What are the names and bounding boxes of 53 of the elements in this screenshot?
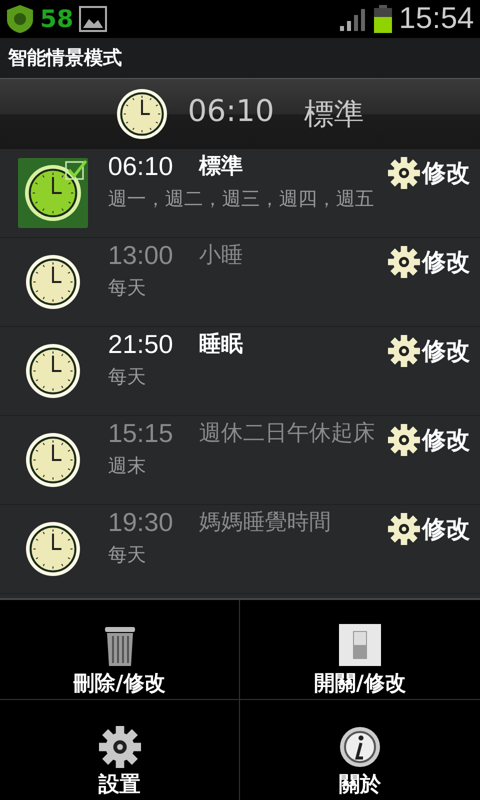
mode-row[interactable]: 15:15 週休二日午休起床 週末 修改 [0, 416, 480, 505]
clock-icon [24, 164, 82, 222]
mode-name: 小睡 [199, 241, 244, 269]
clock-icon [25, 432, 81, 488]
gear-icon [388, 157, 420, 189]
mode-time: 13:00 [108, 240, 174, 271]
clock-icon [116, 88, 168, 140]
shield-icon [6, 4, 34, 34]
menu-item[interactable]: 設置 [0, 700, 240, 800]
mode-row[interactable]: 21:50 睡眠 每天 修改 [0, 327, 480, 416]
mode-row[interactable]: 13:00 小睡 每天 修改 [0, 238, 480, 327]
mode-time: 06:10 [108, 151, 174, 182]
settings-icon [98, 726, 140, 768]
edit-button[interactable]: 修改 [388, 513, 470, 545]
current-mode-name: 標準 [304, 96, 364, 134]
battery-icon [372, 5, 393, 33]
mode-name: 標準 [199, 152, 244, 180]
mode-time: 21:50 [108, 329, 174, 360]
gear-icon [388, 246, 420, 278]
mode-time: 19:30 [108, 507, 174, 538]
mode-days: 週一，週二，週三，週四，週五 [108, 186, 480, 212]
status-time: 15:54 [398, 2, 474, 36]
mode-row[interactable]: 19:30 媽媽睡覺時間 每天 修改 [0, 505, 480, 594]
edit-button[interactable]: 修改 [388, 424, 470, 456]
gear-icon [388, 513, 420, 545]
current-mode-time: 06:10 [188, 94, 274, 130]
mode-time: 15:15 [108, 418, 174, 449]
mode-days: 每天 [108, 275, 480, 301]
edit-button[interactable]: 修改 [388, 157, 470, 189]
mode-name: 媽媽睡覺時間 [199, 508, 332, 536]
clock-icon [25, 521, 81, 577]
app-title: 智能情景模式 [8, 46, 122, 71]
switch-icon [338, 622, 382, 667]
mode-row[interactable]: 06:10 標準 週一，週二，週三，週四，週五 修改 [0, 149, 480, 238]
clock-icon [25, 343, 81, 399]
mode-name: 睡眠 [199, 330, 244, 358]
mode-days: 每天 [108, 542, 480, 568]
image-icon [79, 6, 108, 32]
mode-name: 週休二日午休起床 [199, 419, 376, 447]
menu-item[interactable]: 關於 [240, 700, 480, 800]
edit-button[interactable]: 修改 [388, 335, 470, 367]
menu-item[interactable]: 開關/修改 [240, 600, 480, 700]
clock-icon [25, 254, 81, 310]
edit-button[interactable]: 修改 [388, 246, 470, 278]
gear-icon [388, 424, 420, 456]
mode-days: 每天 [108, 364, 480, 390]
signal-icon [338, 6, 367, 32]
mode-days: 週末 [108, 453, 480, 479]
menu-item[interactable]: 刪除/修改 [0, 600, 240, 700]
info-icon [339, 726, 381, 768]
gear-icon [388, 335, 420, 367]
notification-count: 58 [40, 5, 74, 33]
checkmark-icon [65, 159, 87, 181]
